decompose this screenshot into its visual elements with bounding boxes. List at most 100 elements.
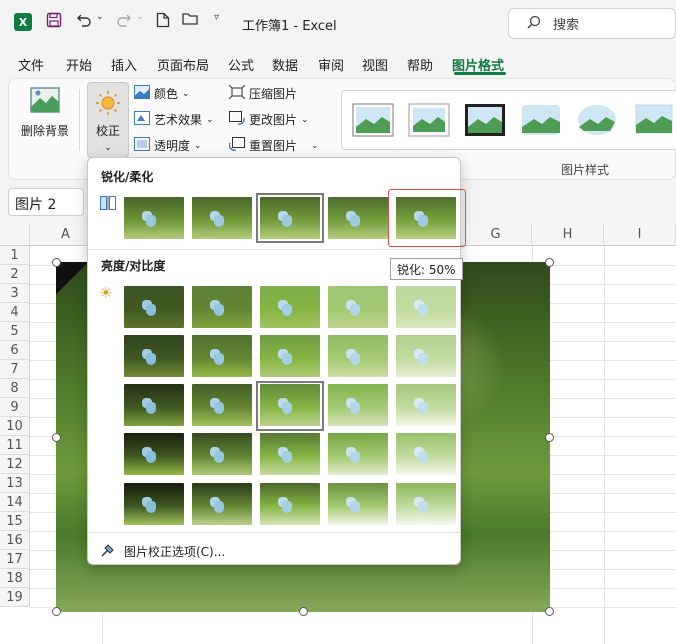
undo-dropdown-icon[interactable]: ⌄ <box>96 12 104 22</box>
brightness-contrast-preset[interactable] <box>396 335 456 377</box>
brightness-contrast-preset[interactable] <box>396 384 456 426</box>
brightness-contrast-preset[interactable] <box>124 286 184 328</box>
transparency-button[interactable]: 透明度 ⌄ <box>134 137 202 154</box>
save-icon[interactable] <box>46 12 62 28</box>
row-header[interactable]: 14 <box>0 493 30 512</box>
redo-dropdown-icon[interactable]: ⌄ <box>136 12 144 22</box>
tab-home[interactable]: 开始 <box>66 55 92 74</box>
resize-handle-bottom-left[interactable] <box>52 607 61 616</box>
row-header[interactable]: 7 <box>0 360 30 379</box>
tab-help[interactable]: 帮助 <box>407 55 433 74</box>
brightness-contrast-preset[interactable] <box>124 433 184 475</box>
row-header[interactable]: 12 <box>0 455 30 474</box>
search-input[interactable]: 搜索 <box>508 8 676 39</box>
brightness-contrast-preset[interactable] <box>328 384 388 426</box>
row-header[interactable]: 19 <box>0 588 30 607</box>
brightness-contrast-preset[interactable] <box>328 335 388 377</box>
row-header[interactable]: 8 <box>0 379 30 398</box>
brightness-contrast-preset[interactable] <box>192 335 252 377</box>
customize-qat-icon[interactable]: ▿ <box>214 12 219 23</box>
row-header[interactable]: 9 <box>0 398 30 417</box>
sharpen-preset[interactable] <box>328 197 388 239</box>
row-header[interactable]: 1 <box>0 246 30 265</box>
column-header-i[interactable]: I <box>604 224 676 246</box>
brightness-contrast-preset[interactable] <box>192 286 252 328</box>
resize-handle-right[interactable] <box>545 433 554 442</box>
compress-pictures-button[interactable]: 压缩图片 <box>228 84 297 102</box>
row-header[interactable]: 10 <box>0 417 30 436</box>
tab-insert[interactable]: 插入 <box>111 55 137 74</box>
sharpen-preset[interactable] <box>192 197 252 239</box>
reset-picture-icon <box>228 137 245 154</box>
brightness-contrast-preset[interactable] <box>260 286 320 328</box>
change-picture-button[interactable]: 更改图片 ⌄ <box>229 111 309 128</box>
brightness-contrast-preset[interactable] <box>124 384 184 426</box>
column-header-g[interactable]: G <box>460 224 532 246</box>
brightness-contrast-preset[interactable] <box>260 433 320 475</box>
picture-style-6[interactable] <box>632 103 674 137</box>
resize-handle-left[interactable] <box>52 433 61 442</box>
brightness-contrast-preset[interactable] <box>260 384 320 426</box>
row-header[interactable]: 17 <box>0 550 30 569</box>
brightness-contrast-preset[interactable] <box>124 483 184 525</box>
picture-corrections-options[interactable]: 图片校正选项(C)... <box>100 542 225 561</box>
dropdown-separator <box>88 249 460 250</box>
tab-data[interactable]: 数据 <box>272 55 298 74</box>
thumb-subject <box>350 215 360 227</box>
picture-style-2[interactable] <box>408 103 450 137</box>
row-header[interactable]: 15 <box>0 512 30 531</box>
row-header[interactable]: 2 <box>0 265 30 284</box>
row-header[interactable]: 16 <box>0 531 30 550</box>
tab-review[interactable]: 审阅 <box>318 55 344 74</box>
brightness-contrast-preset[interactable] <box>192 483 252 525</box>
tab-formulas[interactable]: 公式 <box>228 55 254 74</box>
brightness-contrast-preset[interactable] <box>328 433 388 475</box>
thumb-subject <box>350 353 360 365</box>
picture-style-5[interactable] <box>576 103 618 137</box>
tab-file[interactable]: 文件 <box>18 55 44 74</box>
tab-view[interactable]: 视图 <box>362 55 388 74</box>
resize-handle-top-right[interactable] <box>545 258 554 267</box>
new-file-icon[interactable] <box>156 12 170 28</box>
artistic-effects-button[interactable]: 艺术效果 ⌄ <box>134 111 214 128</box>
tooltip: 锐化: 50% <box>390 258 463 280</box>
brightness-contrast-preset[interactable] <box>396 286 456 328</box>
brightness-contrast-preset[interactable] <box>260 483 320 525</box>
color-button[interactable]: 颜色 ⌄ <box>134 85 190 102</box>
title-bar: X ⌄ ⌄ ▿ 工作簿1 - Excel 搜索 <box>0 0 676 46</box>
sharpen-preset[interactable] <box>124 197 184 239</box>
picture-style-1[interactable] <box>352 103 394 137</box>
brightness-contrast-preset[interactable] <box>260 335 320 377</box>
thumb-subject <box>350 402 360 414</box>
brightness-contrast-preset[interactable] <box>124 335 184 377</box>
brightness-contrast-preset[interactable] <box>396 483 456 525</box>
tab-page-layout[interactable]: 页面布局 <box>157 55 209 74</box>
row-header[interactable]: 11 <box>0 436 30 455</box>
row-header[interactable]: 4 <box>0 303 30 322</box>
corrections-button[interactable]: 校正 ⌄ <box>87 82 129 158</box>
column-header-h[interactable]: H <box>532 224 604 246</box>
name-box[interactable]: 图片 2 <box>8 188 84 216</box>
row-header[interactable]: 13 <box>0 474 30 493</box>
brightness-contrast-preset[interactable] <box>396 433 456 475</box>
resize-handle-top-left[interactable] <box>52 258 61 267</box>
remove-background-button[interactable]: 删除背景 <box>21 87 69 139</box>
redo-icon[interactable] <box>116 12 132 28</box>
row-header[interactable]: 3 <box>0 284 30 303</box>
picture-style-3[interactable] <box>464 103 506 137</box>
row-header[interactable]: 6 <box>0 341 30 360</box>
undo-icon[interactable] <box>76 12 92 28</box>
resize-handle-bottom[interactable] <box>299 607 308 616</box>
open-folder-icon[interactable] <box>182 12 199 26</box>
row-header[interactable]: 18 <box>0 569 30 588</box>
picture-style-4[interactable] <box>520 103 562 137</box>
brightness-contrast-preset[interactable] <box>192 384 252 426</box>
brightness-contrast-preset[interactable] <box>192 433 252 475</box>
row-header[interactable]: 5 <box>0 322 30 341</box>
reset-picture-button[interactable]: 重置图片 ⌄ <box>228 137 319 154</box>
select-all-corner[interactable] <box>0 224 30 246</box>
sharpen-preset[interactable] <box>260 197 320 239</box>
brightness-contrast-preset[interactable] <box>328 286 388 328</box>
brightness-contrast-preset[interactable] <box>328 483 388 525</box>
resize-handle-bottom-right[interactable] <box>545 607 554 616</box>
